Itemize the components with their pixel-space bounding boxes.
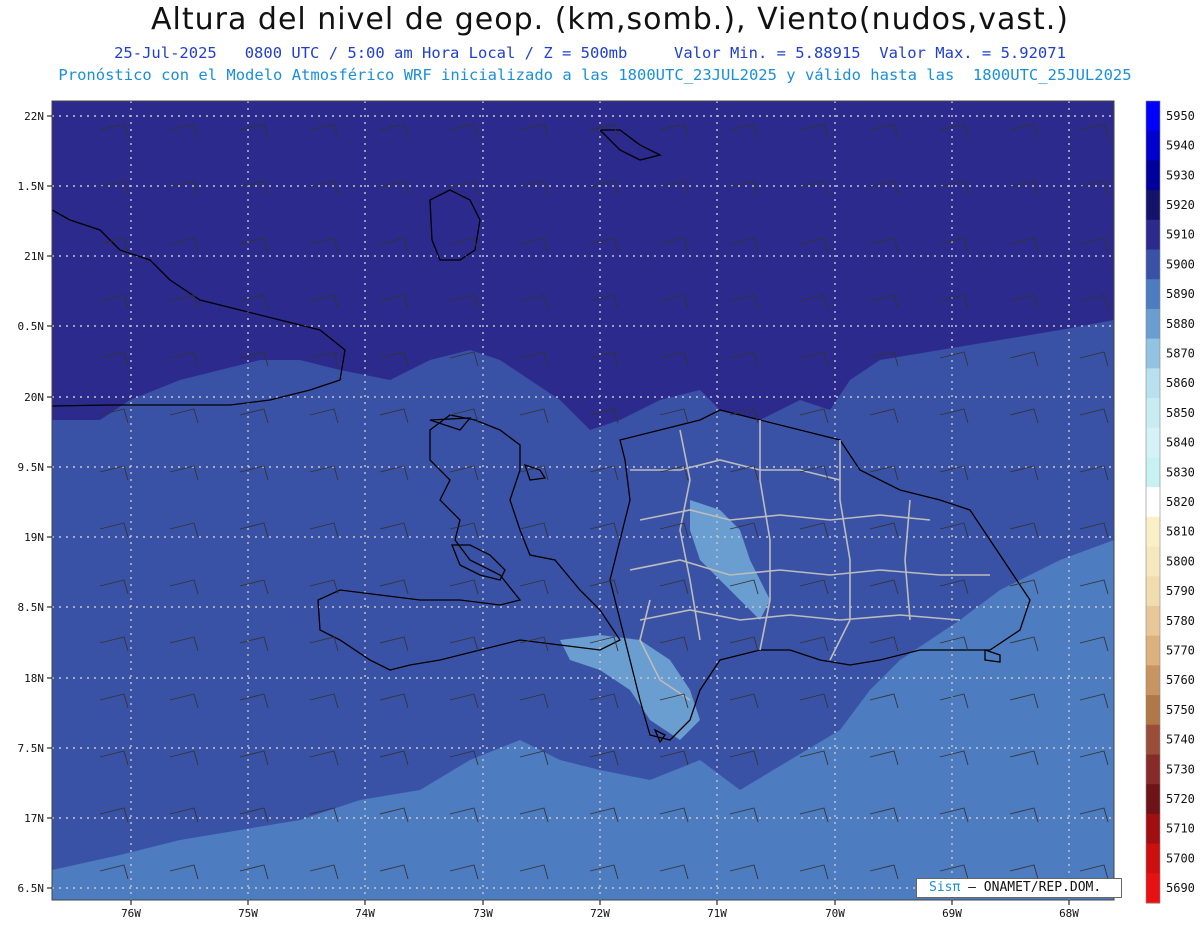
- lat-tick-label: 21N: [24, 250, 44, 263]
- lat-tick-label: 22N: [24, 110, 44, 123]
- colorbar-label: 5860: [1166, 376, 1195, 390]
- colorbar-label: 5910: [1166, 228, 1195, 242]
- colorbar-swatch: [1146, 398, 1160, 429]
- colorbar-label: 5900: [1166, 257, 1195, 271]
- latitude-axis: 22N 1.5N 21N 0.5N 20N 9.5N 19N 8.5N 18N 7.5N 17N 6.…: [18, 110, 52, 895]
- colorbar-swatch: [1146, 368, 1160, 399]
- lat-tick-label: 1.5N: [18, 180, 45, 193]
- colorbar-label: 5920: [1166, 198, 1195, 212]
- colorbar-label: 5850: [1166, 406, 1195, 420]
- lat-tick-label: 8.5N: [18, 601, 45, 614]
- lat-tick-label: 6.5N: [18, 882, 45, 895]
- colorbar-swatch: [1146, 784, 1160, 815]
- colorbar-label: 5810: [1166, 525, 1195, 539]
- colorbar-swatch: [1146, 813, 1160, 845]
- colorbar-swatch: [1146, 516, 1160, 548]
- colorbar-label: 5880: [1166, 317, 1195, 331]
- colorbar-swatch: [1146, 279, 1160, 310]
- colorbar-label: 5710: [1166, 822, 1195, 836]
- sispi-logo: Sisπ: [929, 880, 961, 895]
- colorbar-swatch: [1146, 695, 1160, 726]
- lat-tick-label: 18N: [24, 672, 44, 685]
- colorbar-label: 5950: [1166, 109, 1195, 123]
- colorbar-swatch: [1146, 754, 1160, 785]
- colorbar-swatch: [1146, 160, 1160, 191]
- lat-tick-label: 17N: [24, 812, 44, 825]
- credit-box: Sisπ – ONAMET/REP.DOM.: [916, 878, 1122, 898]
- colorbar-label: 5750: [1166, 703, 1195, 717]
- colorbar-swatch: [1146, 546, 1160, 577]
- lat-tick-label: 9.5N: [18, 461, 45, 474]
- lon-tick-label: 75W: [238, 907, 258, 920]
- colorbar-label: 5940: [1166, 139, 1195, 153]
- colorbar-swatch: [1146, 427, 1160, 458]
- colorbar-swatch: [1146, 873, 1160, 904]
- colorbar-label: 5890: [1166, 287, 1195, 301]
- colorbar-swatch: [1146, 843, 1160, 874]
- colorbar-swatch: [1146, 487, 1160, 518]
- colorbar-label: 5740: [1166, 733, 1195, 747]
- colorbar-swatch: [1146, 665, 1160, 696]
- colorbar-label: 5840: [1166, 436, 1195, 450]
- colorbar-label: 5760: [1166, 673, 1195, 687]
- colorbar-label: 5930: [1166, 168, 1195, 182]
- colorbar-swatch: [1146, 576, 1160, 607]
- lat-tick-label: 0.5N: [18, 320, 45, 333]
- colorbar-swatch: [1146, 219, 1160, 251]
- lon-tick-label: 69W: [942, 907, 962, 920]
- lon-tick-label: 74W: [355, 907, 375, 920]
- colorbar-swatch: [1146, 308, 1160, 340]
- lon-tick-label: 68W: [1059, 907, 1079, 920]
- colorbar-swatch: [1146, 249, 1160, 280]
- lon-tick-label: 70W: [825, 907, 845, 920]
- colorbar-label: 5870: [1166, 346, 1195, 360]
- colorbar-label: 5770: [1166, 644, 1195, 658]
- lat-tick-label: 20N: [24, 391, 44, 404]
- colorbar-label: 5820: [1166, 495, 1195, 509]
- colorbar-label: 5830: [1166, 465, 1195, 479]
- colorbar-label: 5690: [1166, 881, 1195, 895]
- colorbar-label: 5730: [1166, 762, 1195, 776]
- colorbar-swatch: [1146, 457, 1160, 488]
- colorbar: 5950 5940 5930 5920 5910 5900 5890 5880 5870 5860…: [1145, 100, 1195, 904]
- colorbar-label: 5700: [1166, 851, 1195, 865]
- forecast-map: 22N 1.5N 21N 0.5N 20N 9.5N 19N 8.5N 18N 7.5N 17N 6.…: [18, 100, 1195, 920]
- lat-tick-label: 7.5N: [18, 742, 45, 755]
- colorbar-swatch: [1146, 130, 1160, 161]
- colorbar-label: 5780: [1166, 614, 1195, 628]
- lon-tick-label: 73W: [473, 907, 493, 920]
- lon-tick-label: 72W: [590, 907, 610, 920]
- colorbar-label: 5800: [1166, 554, 1195, 568]
- colorbar-swatch: [1146, 724, 1160, 755]
- lon-tick-label: 76W: [121, 907, 141, 920]
- colorbar-swatch: [1146, 101, 1160, 132]
- colorbar-swatch: [1146, 605, 1160, 637]
- colorbar-label: 5720: [1166, 792, 1195, 806]
- credit-text: – ONAMET/REP.DOM.: [968, 880, 1102, 895]
- colorbar-label: 5790: [1166, 584, 1195, 598]
- lat-tick-label: 19N: [24, 531, 44, 544]
- lon-tick-label: 71W: [707, 907, 727, 920]
- longitude-axis: 76W 75W 74W 73W 72W 71W 70W 69W 68W: [121, 900, 1079, 920]
- colorbar-swatch: [1146, 190, 1160, 221]
- colorbar-swatch: [1146, 338, 1160, 369]
- colorbar-swatch: [1146, 635, 1160, 666]
- map-plot-area: [52, 101, 1114, 900]
